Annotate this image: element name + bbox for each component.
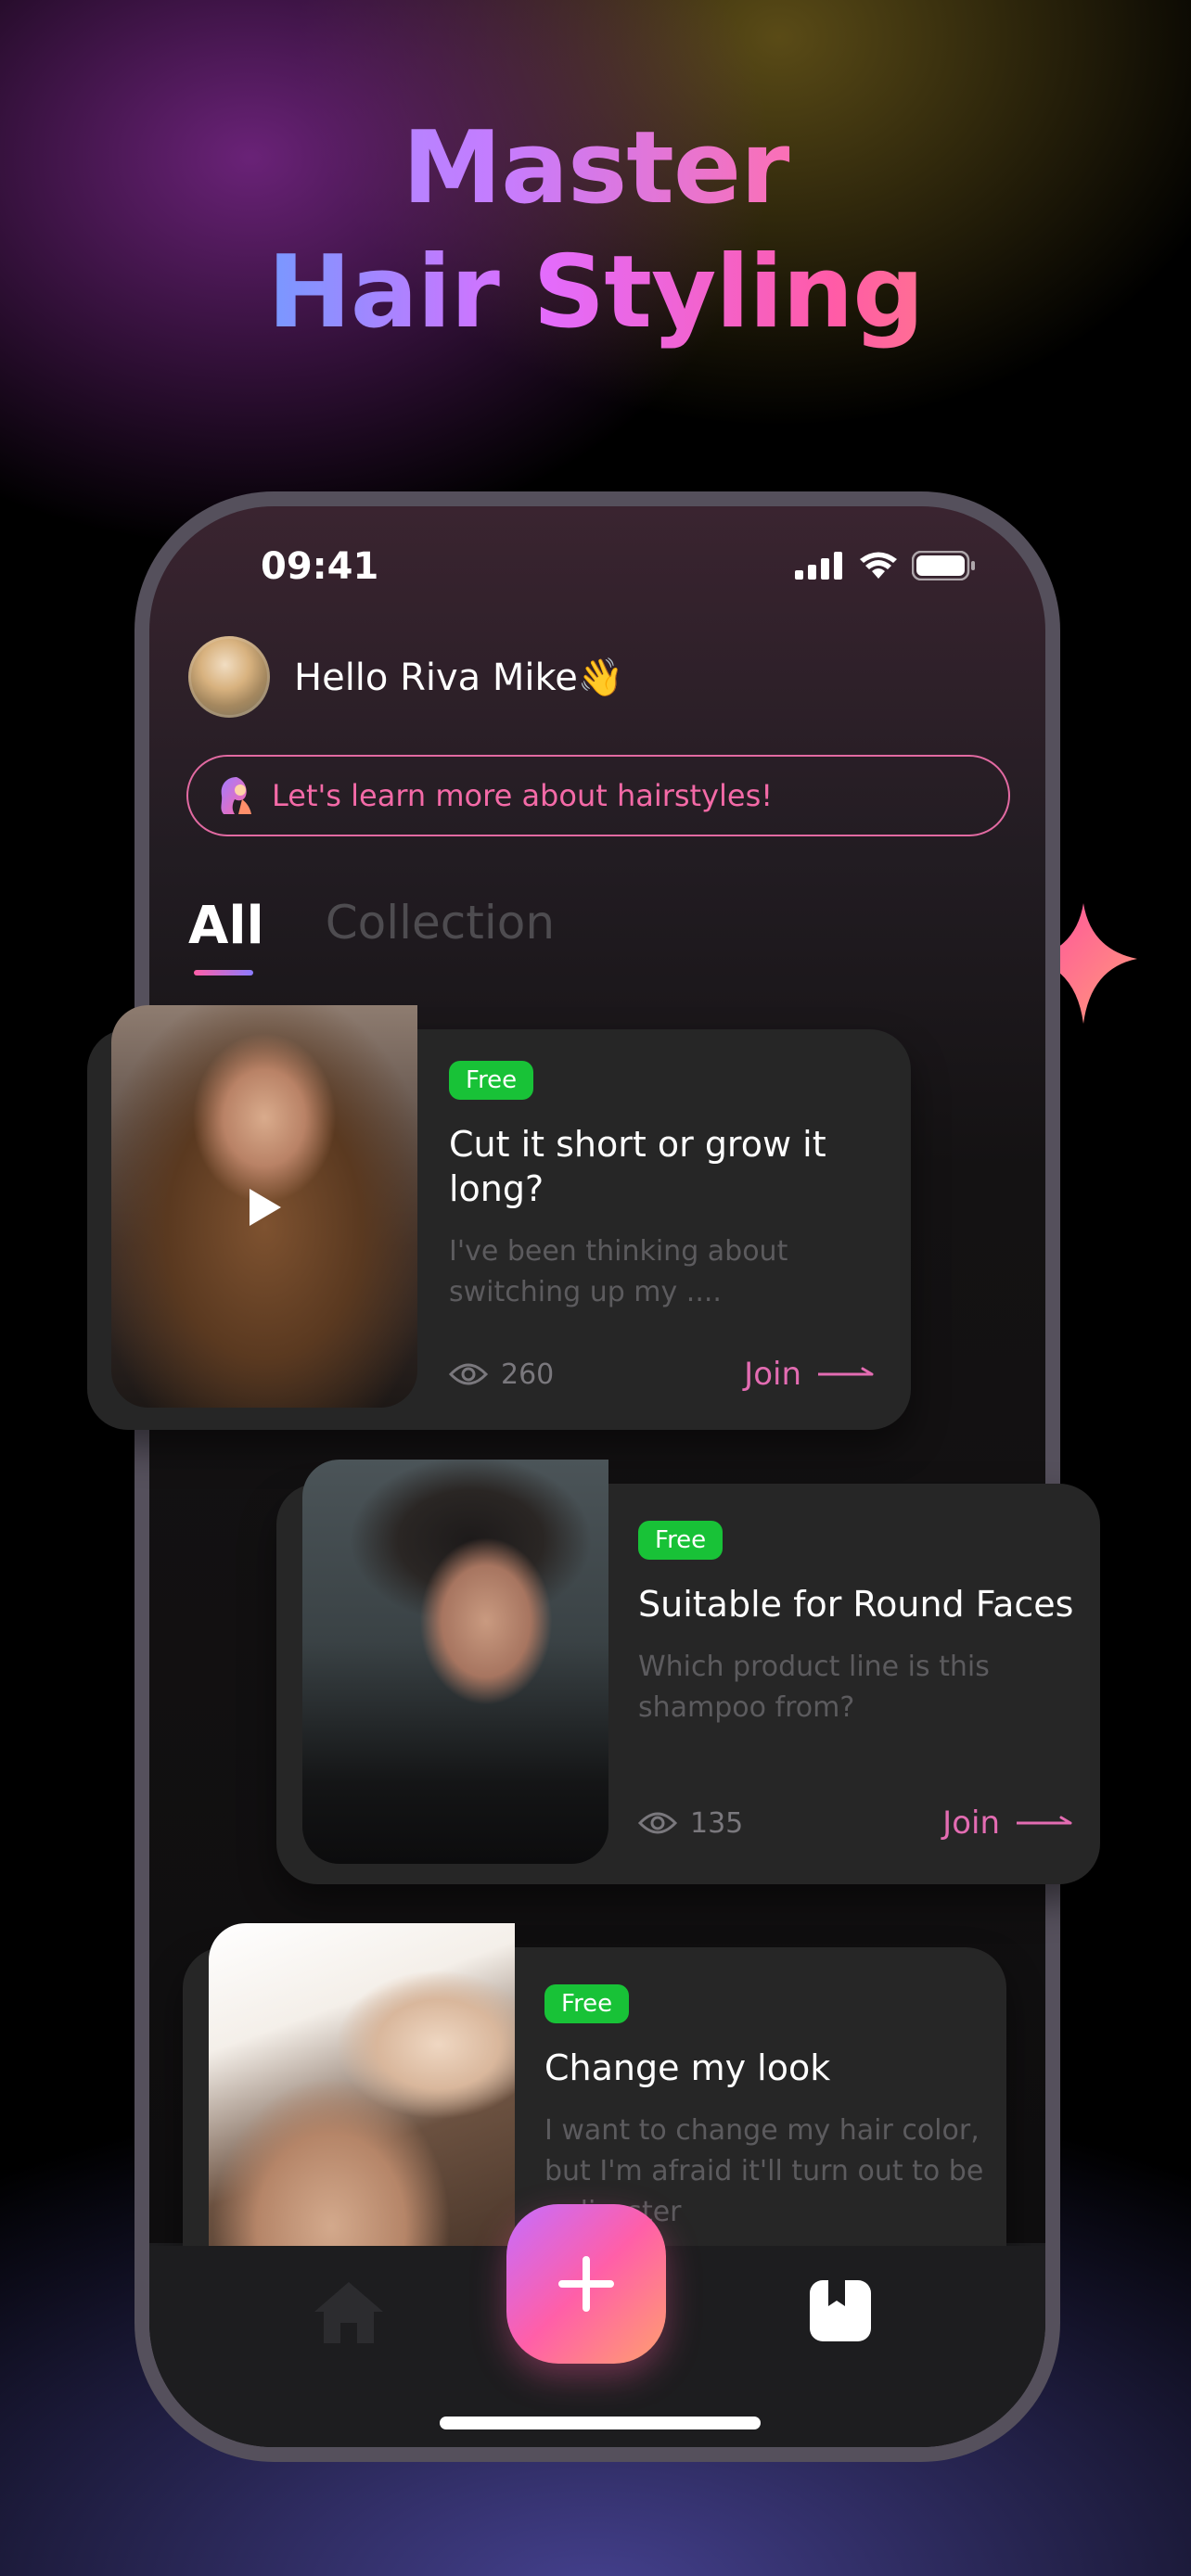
views-count: 135 xyxy=(638,1807,743,1840)
card-body: Free Cut it short or grow it long? I've … xyxy=(449,1061,876,1413)
home-icon[interactable] xyxy=(313,2280,385,2345)
play-icon[interactable] xyxy=(246,1187,283,1228)
card-title: Cut it short or grow it long? xyxy=(449,1124,826,1209)
add-button[interactable] xyxy=(506,2204,666,2364)
card-title: Suitable for Round Faces xyxy=(638,1584,1074,1625)
free-badge: Free xyxy=(544,1984,630,2023)
tab-bar: All Collection xyxy=(188,896,555,976)
card-2[interactable]: Free Suitable for Round Faces Which prod… xyxy=(276,1460,1100,1884)
card-footer: 135 Join xyxy=(638,1804,1074,1842)
headline-line-2: Hair Styling xyxy=(0,232,1191,354)
hair-profile-icon xyxy=(221,777,251,814)
card-description: Which product line is this shampoo from? xyxy=(638,1651,990,1724)
tab-all[interactable]: All xyxy=(188,896,264,976)
banner-text: Let's learn more about hairstyles! xyxy=(272,778,774,813)
free-badge: Free xyxy=(449,1061,534,1100)
card-title: Change my look xyxy=(544,2047,831,2088)
arrow-right-icon xyxy=(818,1367,874,1376)
views-value: 135 xyxy=(690,1806,744,1840)
eye-icon xyxy=(638,1812,677,1834)
wifi-icon xyxy=(860,552,897,579)
card-description: I've been thinking about switching up my… xyxy=(449,1235,788,1308)
card-image xyxy=(302,1460,608,1864)
join-label: Join xyxy=(744,1356,801,1393)
avatar[interactable] xyxy=(188,636,270,718)
card-footer: 260 Join xyxy=(449,1356,876,1393)
join-label: Join xyxy=(942,1804,1000,1842)
card-3[interactable]: Free Change my look I want to change my … xyxy=(183,1923,1006,2246)
status-time: 09:41 xyxy=(261,545,379,588)
views-count: 260 xyxy=(449,1358,554,1391)
card-body: Free Suitable for Round Faces Which prod… xyxy=(638,1521,1074,1873)
eye-icon xyxy=(449,1363,488,1385)
status-icons xyxy=(795,551,977,580)
greeting-text: Hello Riva Mike👋 xyxy=(294,656,624,699)
greeting-row: Hello Riva Mike👋 xyxy=(188,636,624,718)
plus-icon xyxy=(558,2256,614,2312)
tab-collection[interactable]: Collection xyxy=(326,896,555,950)
card-image xyxy=(111,1005,417,1408)
arrow-right-icon xyxy=(1017,1816,1072,1825)
learn-more-banner[interactable]: Let's learn more about hairstyles! xyxy=(186,755,1010,836)
tab-all-label: All xyxy=(188,896,264,956)
battery-icon xyxy=(912,551,975,580)
bookmark-icon[interactable] xyxy=(808,2278,873,2343)
free-badge: Free xyxy=(638,1521,724,1560)
headline-line-1: Master xyxy=(0,108,1191,230)
card-3-clip: Free Change my look I want to change my … xyxy=(149,1901,1045,2246)
views-value: 260 xyxy=(501,1358,555,1391)
signal-icon xyxy=(795,552,842,580)
card-1[interactable]: Free Cut it short or grow it long? I've … xyxy=(87,1005,911,1430)
join-button[interactable]: Join xyxy=(744,1356,876,1393)
join-button[interactable]: Join xyxy=(942,1804,1074,1842)
home-indicator[interactable] xyxy=(440,2417,761,2429)
card-image xyxy=(209,1923,515,2246)
tab-active-indicator xyxy=(194,970,253,976)
